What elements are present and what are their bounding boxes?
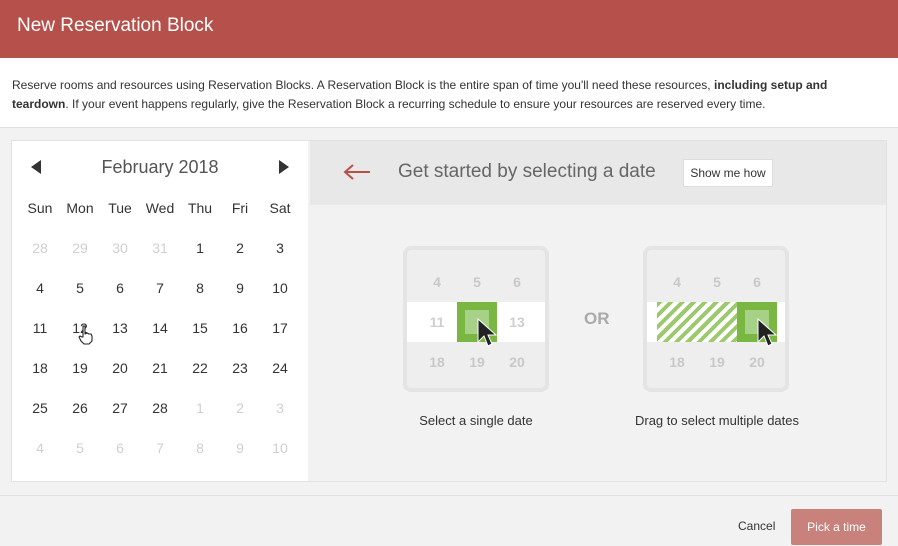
calendar-month-label: February 2018: [101, 157, 219, 177]
multiple-dates-caption: Drag to select multiple dates: [634, 413, 800, 428]
weekday-label: Thu: [187, 200, 213, 216]
calendar-day[interactable]: 7: [140, 268, 180, 308]
calendar-day[interactable]: 5: [60, 428, 100, 468]
demo-day: 6: [513, 274, 521, 290]
calendar-day[interactable]: 1: [180, 228, 220, 268]
intro-text-end: . If your event happens regularly, give …: [65, 97, 766, 111]
calendar-day[interactable]: 24: [260, 348, 300, 388]
multiple-dates-illustration: 456 111213 181920: [643, 246, 789, 392]
calendar-day[interactable]: 2: [220, 228, 260, 268]
calendar-day[interactable]: 15: [180, 308, 220, 348]
calendar-day[interactable]: 27: [100, 388, 140, 428]
cancel-button[interactable]: Cancel: [738, 519, 775, 533]
demo-day: 20: [749, 354, 765, 370]
get-started-text: Get started by selecting a date: [398, 161, 656, 182]
weekday-label: Wed: [145, 200, 175, 216]
or-label: OR: [584, 309, 610, 328]
calendar-day[interactable]: 31: [140, 228, 180, 268]
demo-row: 18 19 20: [647, 342, 785, 382]
calendar-day[interactable]: 28: [140, 388, 180, 428]
pick-a-time-button[interactable]: Pick a time: [791, 509, 882, 545]
demo-day: 6: [753, 274, 761, 290]
calendar-day[interactable]: 10: [260, 428, 300, 468]
calendar-day[interactable]: 5: [60, 268, 100, 308]
calendar-day[interactable]: 22: [180, 348, 220, 388]
calendar-day[interactable]: 3: [260, 388, 300, 428]
calendar-day[interactable]: 11: [20, 308, 60, 348]
intro-text-start: Reserve rooms and resources using Reserv…: [12, 78, 714, 92]
calendar-day-grid: 28 29 30 31 1 2 3 4 5 6 7 8 9 10 11 12 13 14 15 16 17 18 19 20 2…: [20, 228, 300, 468]
calendar-day[interactable]: 29: [60, 228, 100, 268]
calendar-day[interactable]: 4: [20, 428, 60, 468]
single-date-illustration: 456 111213 181920: [403, 246, 549, 392]
demo-day: 4: [433, 274, 441, 290]
demo-row: 4 5 6: [647, 262, 785, 302]
intro-text: Reserve rooms and resources using Reserv…: [0, 58, 898, 128]
weekday-header: Sun Mon Tue Wed Thu Fri Sat: [20, 200, 300, 218]
calendar-day[interactable]: 13: [100, 308, 140, 348]
calendar-day[interactable]: 1: [180, 388, 220, 428]
calendar-day[interactable]: 28: [20, 228, 60, 268]
calendar-day[interactable]: 6: [100, 428, 140, 468]
calendar-day[interactable]: 10: [260, 268, 300, 308]
pointer-cursor-icon: [477, 318, 497, 347]
demo-day: 5: [473, 274, 481, 290]
demo-day: 19: [469, 354, 485, 370]
demo-day: 18: [429, 354, 445, 370]
demo-day: 19: [709, 354, 725, 370]
demo-day: 4: [673, 274, 681, 290]
calendar-day[interactable]: 7: [140, 428, 180, 468]
dialog-footer: Cancel Pick a time: [0, 495, 898, 546]
calendar-day[interactable]: 23: [220, 348, 260, 388]
calendar: February 2018 Sun Mon Tue Wed Thu Fri Sat 28 29…: [12, 141, 308, 481]
get-started-bar: Get started by selecting a date Show me …: [310, 141, 886, 205]
calendar-day[interactable]: 3: [260, 228, 300, 268]
weekday-label: Sat: [269, 200, 291, 216]
calendar-day[interactable]: 2: [220, 388, 260, 428]
calendar-day[interactable]: 26: [60, 388, 100, 428]
single-date-caption: Select a single date: [419, 413, 533, 428]
demo-day: 20: [509, 354, 525, 370]
calendar-day[interactable]: 18: [20, 348, 60, 388]
calendar-day[interactable]: 8: [180, 428, 220, 468]
show-me-how-button[interactable]: Show me how: [683, 159, 773, 187]
calendar-day[interactable]: 20: [100, 348, 140, 388]
calendar-day[interactable]: 25: [20, 388, 60, 428]
weekday-label: Mon: [66, 200, 94, 216]
calendar-day[interactable]: 21: [140, 348, 180, 388]
dialog-title: New Reservation Block: [17, 15, 214, 36]
dragged-range-highlight: [657, 302, 737, 342]
calendar-day[interactable]: 16: [220, 308, 260, 348]
demo-day: 11: [429, 314, 445, 330]
calendar-day[interactable]: 17: [260, 308, 300, 348]
calendar-day[interactable]: 9: [220, 268, 260, 308]
calendar-day[interactable]: 30: [100, 228, 140, 268]
demo-day: 13: [509, 314, 525, 330]
demo-day: 5: [713, 274, 721, 290]
calendar-day[interactable]: 6: [100, 268, 140, 308]
calendar-day[interactable]: 4: [20, 268, 60, 308]
next-month-icon[interactable]: [279, 160, 289, 174]
calendar-day[interactable]: 8: [180, 268, 220, 308]
calendar-day[interactable]: 19: [60, 348, 100, 388]
calendar-day[interactable]: 9: [220, 428, 260, 468]
demo-day: 18: [669, 354, 685, 370]
weekday-label: Tue: [108, 200, 132, 216]
demo-row: 4 5 6: [407, 262, 545, 302]
pointer-cursor-icon: [757, 318, 777, 347]
calendar-day[interactable]: 14: [140, 308, 180, 348]
left-arrow-icon: [343, 164, 370, 180]
weekday-label: Fri: [231, 200, 249, 216]
weekday-label: Sun: [27, 200, 53, 216]
demo-row: 18 19 20: [407, 342, 545, 382]
dialog-header: New Reservation Block: [0, 0, 898, 58]
hand-cursor-icon: [78, 325, 93, 345]
